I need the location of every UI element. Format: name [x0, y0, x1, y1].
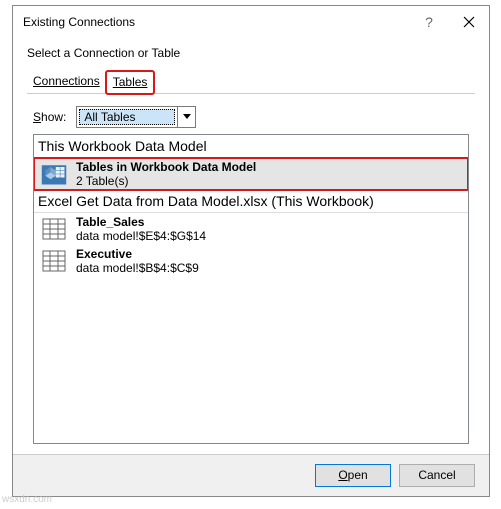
dialog-footer: Open Cancel [13, 454, 489, 496]
close-button[interactable] [449, 7, 489, 37]
dialog-content: Select a Connection or Table Connections… [13, 38, 489, 444]
existing-connections-dialog: Existing Connections ? Select a Connecti… [12, 5, 490, 497]
titlebar: Existing Connections ? [13, 6, 489, 38]
show-row: Show: All Tables [27, 102, 475, 134]
show-label: Show: [33, 110, 66, 124]
group-header-workbook: Excel Get Data from Data Model.xlsx (Thi… [34, 190, 468, 213]
list-item-subtitle: data model!$E$4:$G$14 [76, 229, 206, 243]
tab-bar: Connections Tables [27, 70, 475, 94]
open-button[interactable]: Open [315, 464, 391, 487]
tab-connections[interactable]: Connections [27, 71, 106, 94]
list-item-table-sales[interactable]: Table_Sales data model!$E$4:$G$14 [34, 213, 468, 245]
tab-tables[interactable]: Tables [106, 71, 155, 94]
table-icon [40, 247, 68, 275]
list-item-tables-in-model[interactable]: Tables in Workbook Data Model 2 Table(s) [34, 158, 468, 190]
connections-listbox[interactable]: This Workbook Data Model Table [33, 134, 469, 444]
table-icon [40, 215, 68, 243]
list-item-subtitle: data model!$B$4:$C$9 [76, 261, 199, 275]
cube-icon [40, 160, 68, 188]
list-item-subtitle: 2 Table(s) [76, 174, 256, 188]
show-select[interactable]: All Tables [76, 106, 196, 128]
watermark: wsxdn.com [2, 494, 52, 505]
tab-connections-label: Connections [33, 74, 100, 88]
list-item-text: Tables in Workbook Data Model 2 Table(s) [76, 160, 256, 188]
cancel-button[interactable]: Cancel [399, 464, 475, 487]
list-item-title: Table_Sales [76, 215, 206, 229]
list-item-text: Executive data model!$B$4:$C$9 [76, 247, 199, 275]
dialog-title: Existing Connections [23, 15, 409, 29]
group-header-data-model: This Workbook Data Model [34, 135, 468, 158]
close-icon [463, 16, 475, 28]
list-item-text: Table_Sales data model!$E$4:$G$14 [76, 215, 206, 243]
help-button[interactable]: ? [409, 7, 449, 37]
instruction-text: Select a Connection or Table [27, 46, 475, 60]
show-selected-value: All Tables [79, 109, 175, 125]
dropdown-arrow-icon [177, 107, 195, 127]
list-item-title: Tables in Workbook Data Model [76, 160, 256, 174]
tab-tables-label: Tables [113, 75, 148, 89]
list-item-executive[interactable]: Executive data model!$B$4:$C$9 [34, 245, 468, 277]
list-item-title: Executive [76, 247, 199, 261]
